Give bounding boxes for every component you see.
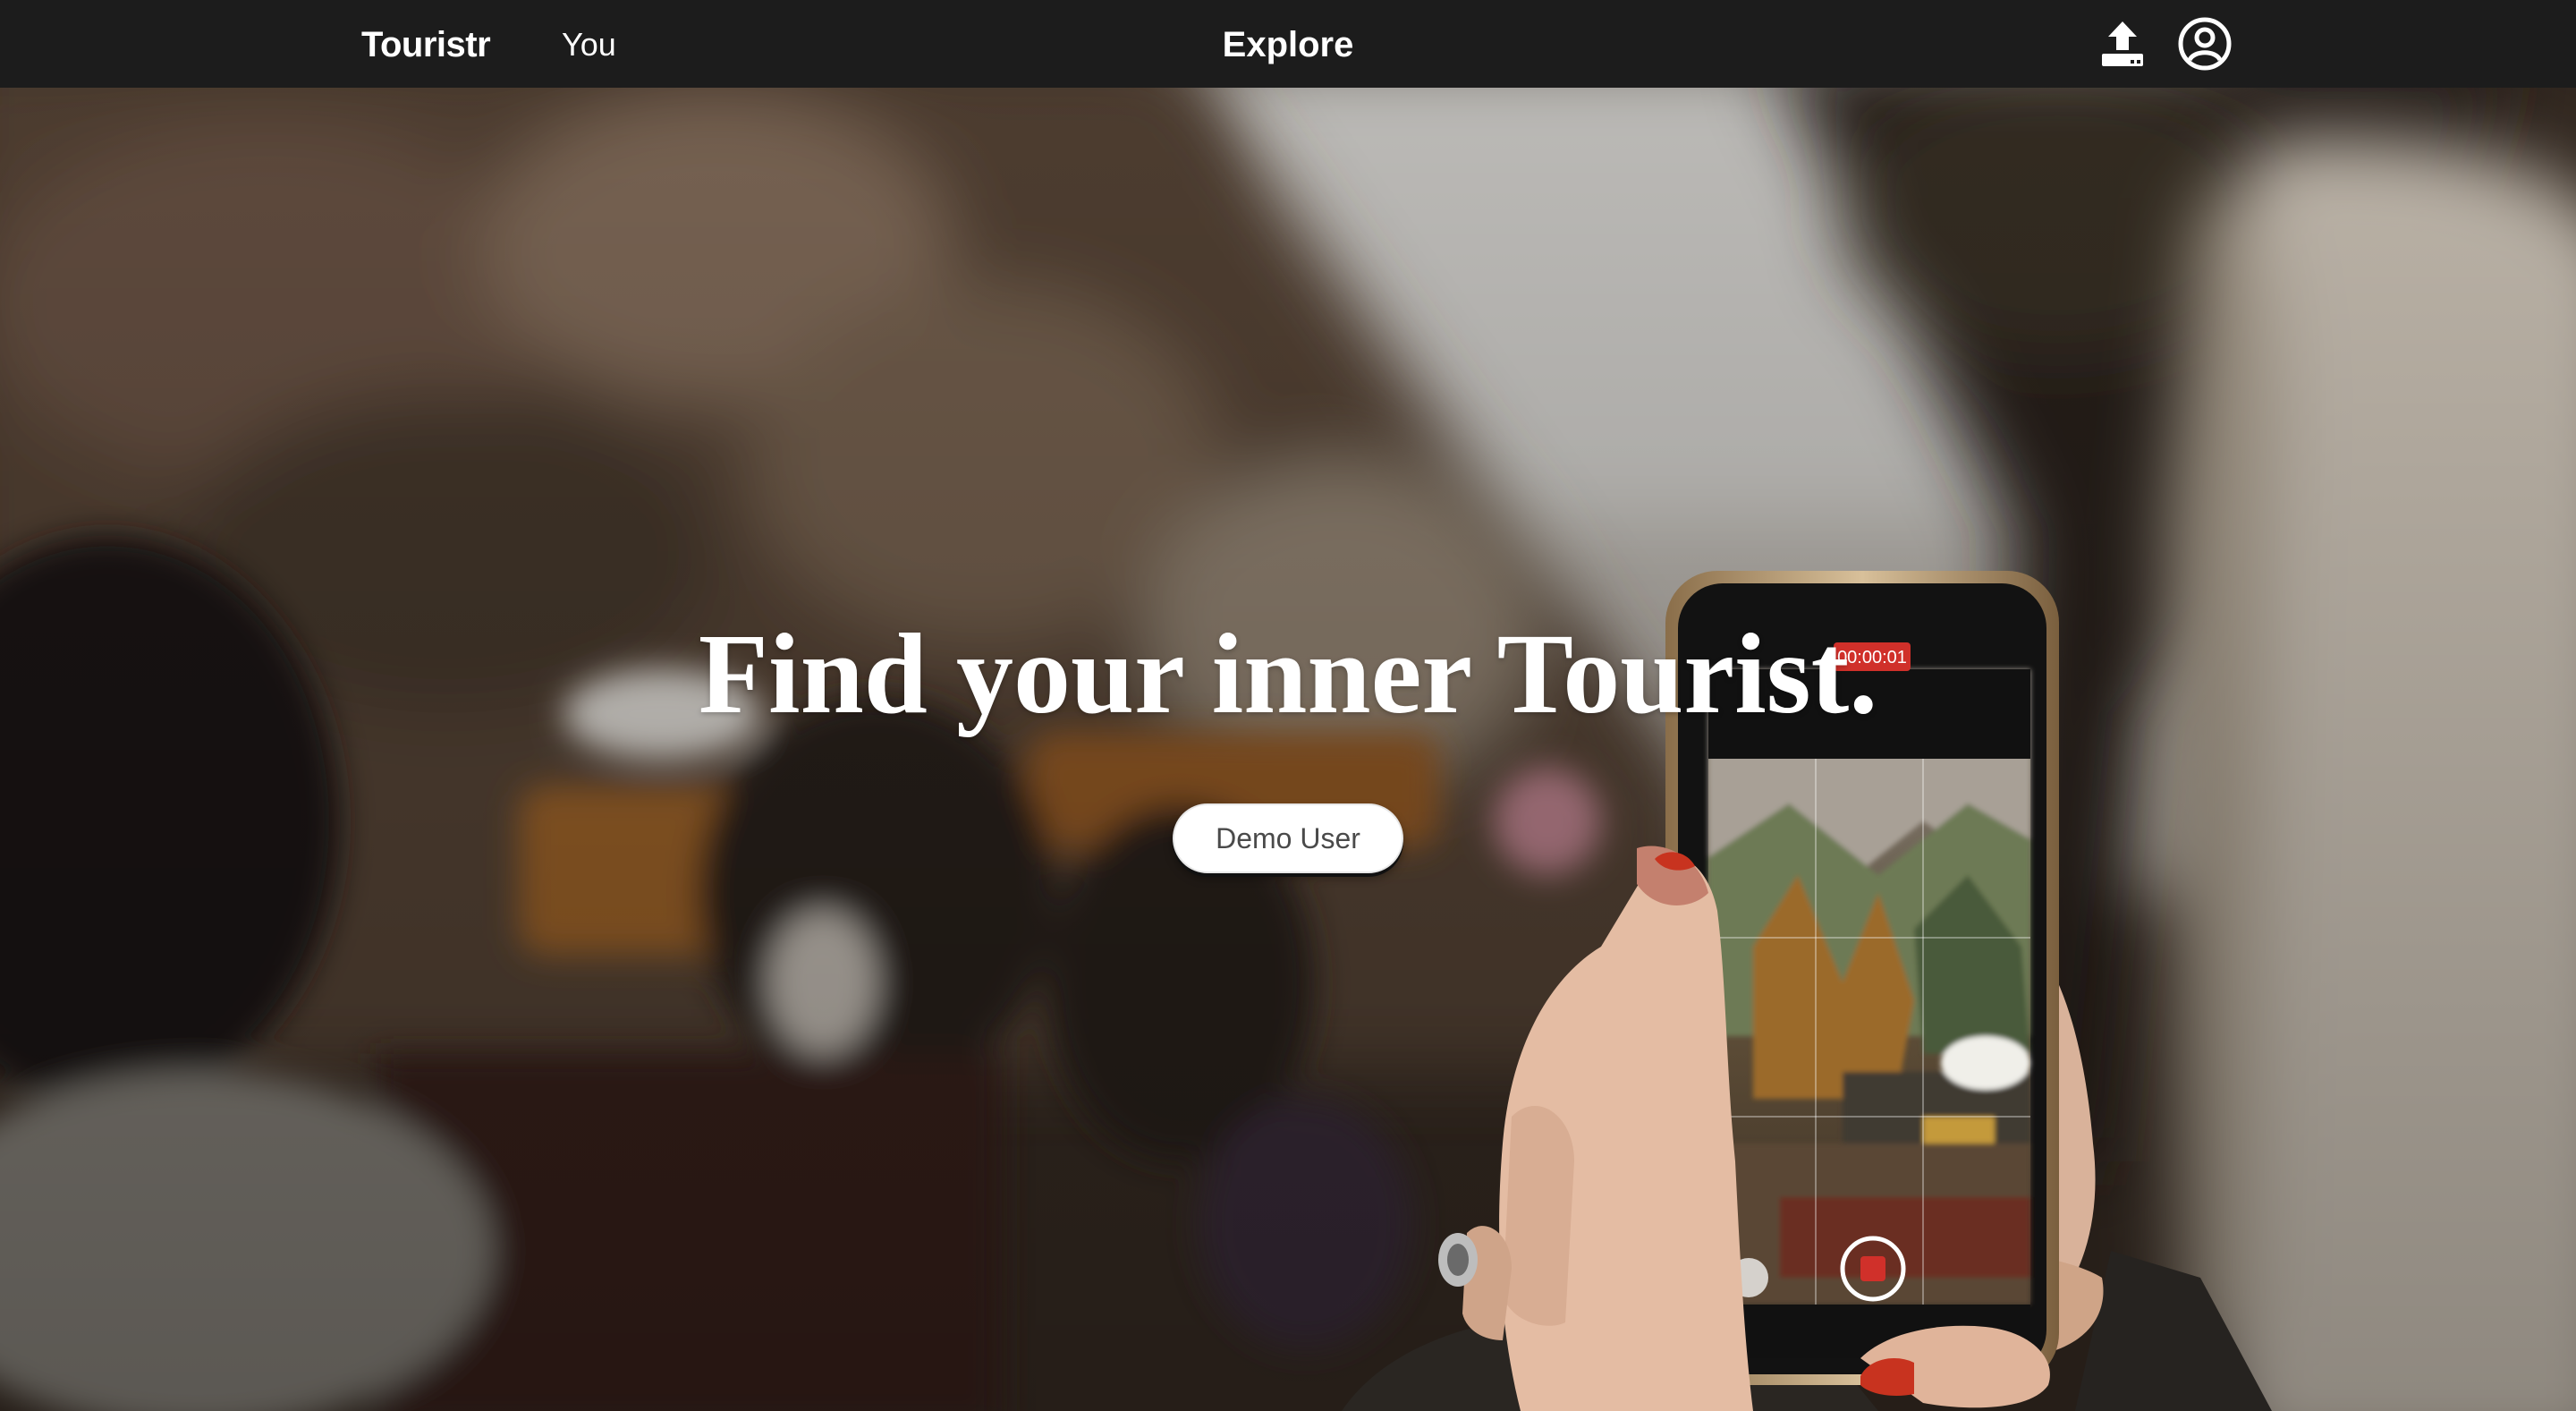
upload-icon[interactable] <box>2095 16 2150 72</box>
page: Touristr You Explore 00:00:01 Find your … <box>0 0 2576 1411</box>
top-navbar: Touristr You Explore <box>0 0 2576 88</box>
hero-background-image: 00:00:01 <box>0 88 2576 1411</box>
account-icon[interactable] <box>2177 16 2233 72</box>
hero-tagline: Find your inner Tourist. <box>698 610 1878 737</box>
nav-link-explore[interactable]: Explore <box>1208 25 1368 64</box>
nav-link-you[interactable]: You <box>562 25 616 64</box>
brand-logo[interactable]: Touristr <box>361 25 491 64</box>
demo-user-button[interactable]: Demo User <box>1173 803 1403 873</box>
hero-section: 00:00:01 Find your inner Tourist. Demo U… <box>0 88 2576 1411</box>
